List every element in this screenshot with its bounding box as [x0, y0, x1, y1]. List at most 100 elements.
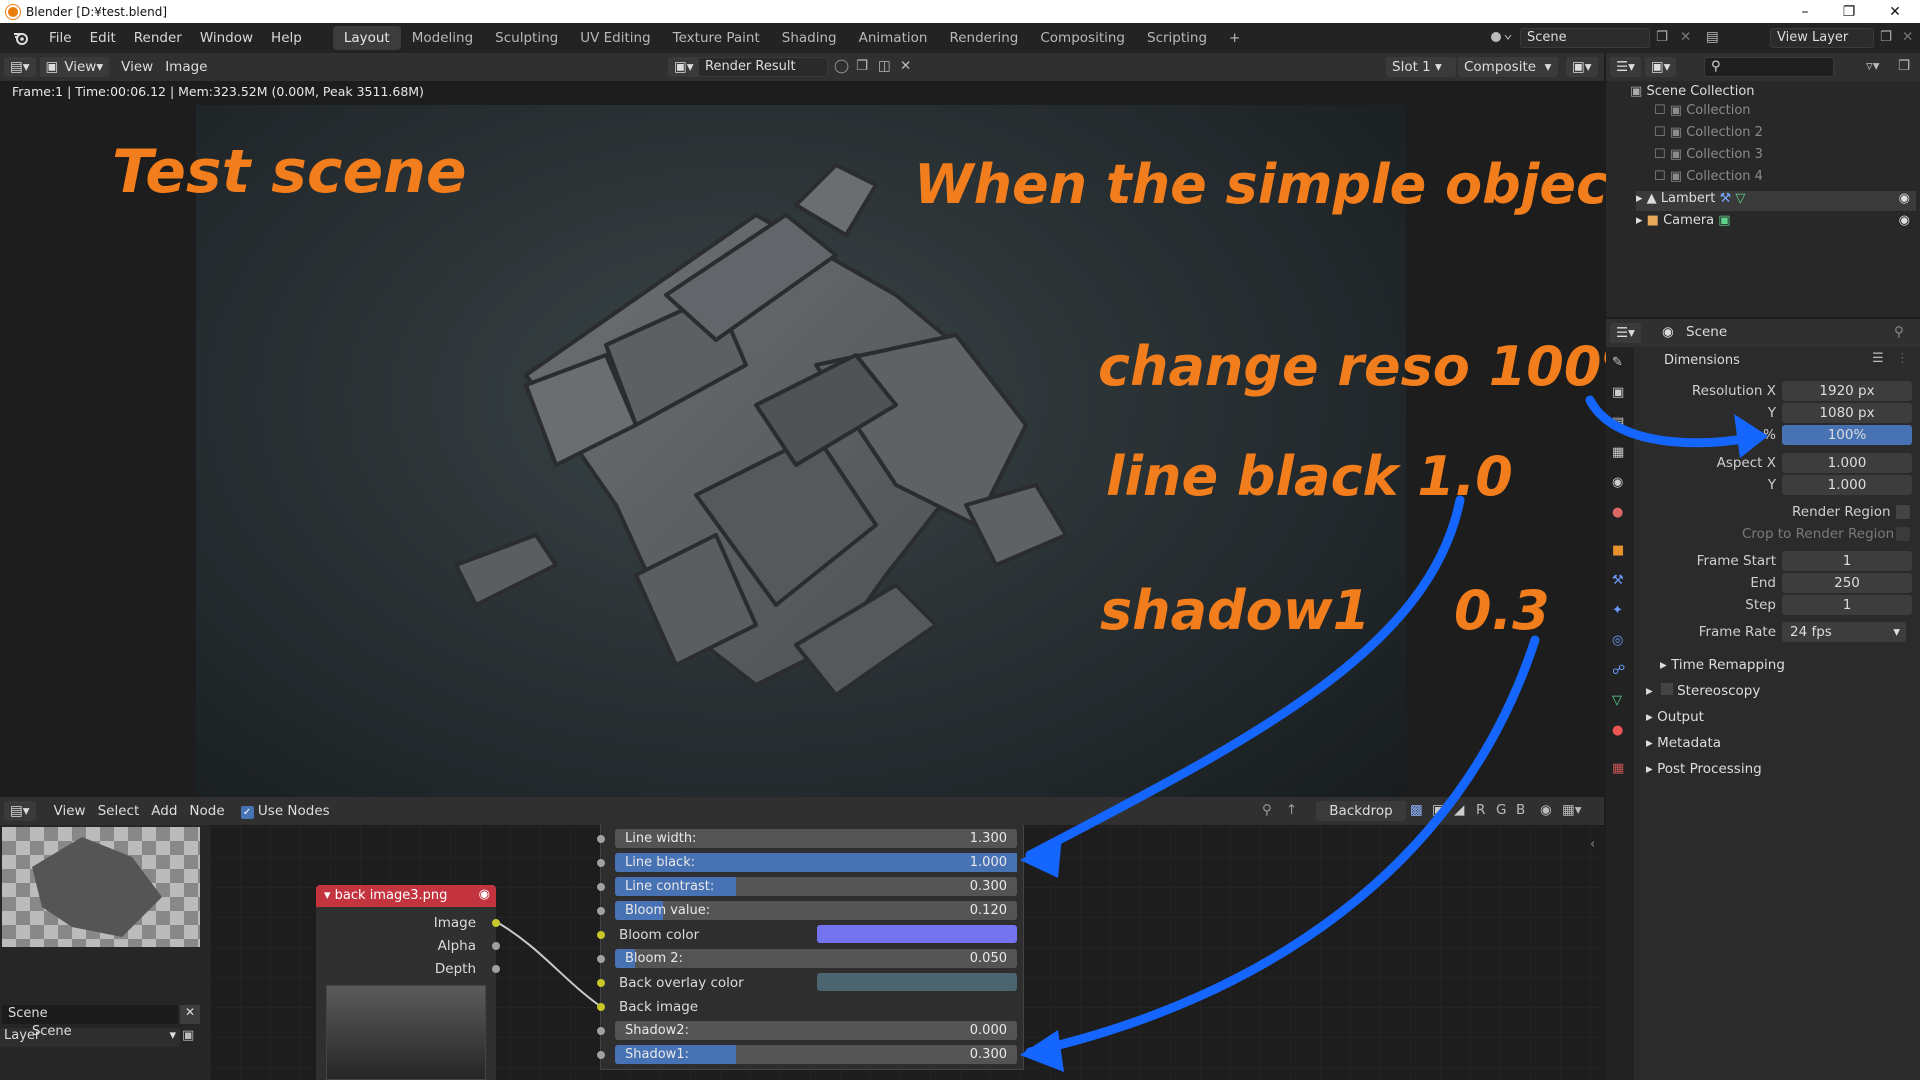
constraint-tab-icon[interactable]: ☍	[1612, 663, 1628, 679]
view-mode-dropdown[interactable]: ▣ View ▾	[39, 57, 110, 77]
image-output-socket[interactable]	[492, 919, 500, 927]
tab-rendering[interactable]: Rendering	[938, 26, 1029, 50]
menu-edit[interactable]: Edit	[81, 30, 125, 46]
tool-tab-icon[interactable]: ✎	[1612, 355, 1628, 371]
tab-shading[interactable]: Shading	[771, 26, 848, 50]
open-image-icon[interactable]: ◫	[878, 58, 891, 74]
resolution-x-field[interactable]: 1920 px	[1782, 381, 1912, 401]
close-icon[interactable]: ✕	[1872, 0, 1918, 23]
outliner-item[interactable]: ▸ ▲ Lambert ⚒ ▽ ◉	[1636, 191, 1916, 211]
line-black-slider[interactable]: Line black: 1.000	[597, 853, 1017, 872]
tab-compositing[interactable]: Compositing	[1029, 26, 1136, 50]
resolution-percent-field[interactable]: 100%	[1782, 425, 1912, 445]
scene-field[interactable]: Scene	[1520, 28, 1650, 48]
tab-animation[interactable]: Animation	[848, 26, 939, 50]
world-tab-icon[interactable]: ●	[1612, 505, 1628, 521]
bloom-2-slider[interactable]: Bloom 2: 0.050	[597, 949, 1017, 968]
checkbox-icon[interactable]: ☐	[1654, 147, 1666, 162]
texture-tab-icon[interactable]: ▦	[1612, 761, 1628, 777]
delete-view-layer-icon[interactable]: ✕	[1902, 29, 1913, 45]
frame-end-field[interactable]: 250	[1782, 573, 1912, 593]
sidebar-toggle-icon[interactable]: ‹	[1590, 837, 1595, 852]
bloom-color-socket[interactable]	[597, 931, 605, 939]
new-collection-icon[interactable]: ❐	[1898, 58, 1910, 74]
stereoscopy-checkbox[interactable]	[1661, 683, 1674, 695]
image-node[interactable]: ▾ back image3.png ◉ Image Alpha Depth	[316, 885, 500, 1080]
fake-user-icon[interactable]: ◯	[834, 58, 849, 74]
menu-file[interactable]: File	[40, 30, 81, 46]
back-image-socket[interactable]	[597, 1003, 605, 1011]
tab-sculpting[interactable]: Sculpting	[484, 26, 569, 50]
menu-window[interactable]: Window	[191, 30, 262, 46]
editor-type-icon[interactable]: ▤▾	[4, 57, 36, 77]
tab-modeling[interactable]: Modeling	[401, 26, 484, 50]
restore-icon[interactable]: ❐	[1826, 0, 1872, 23]
new-scene-icon[interactable]: ❐	[1656, 29, 1668, 45]
filter-icon[interactable]: ▿▾	[1866, 58, 1880, 74]
tab-uv-editing[interactable]: UV Editing	[569, 26, 661, 50]
outliner-editor-type-icon[interactable]: ☰▾	[1610, 57, 1641, 77]
metadata-panel[interactable]: ▸ Metadata	[1646, 735, 1721, 751]
post-processing-panel[interactable]: ▸ Post Processing	[1646, 761, 1762, 777]
outliner-item[interactable]: ▸ ■ Camera ▣ ◉	[1636, 213, 1916, 233]
drag-handle-icon[interactable]: ⋮	[1896, 351, 1909, 366]
menu-help[interactable]: Help	[262, 30, 311, 46]
aspect-x-field[interactable]: 1.000	[1782, 453, 1912, 473]
frame-rate-dropdown[interactable]: 24 fps ▾	[1782, 622, 1906, 642]
shadow1-slider[interactable]: Shadow1: 0.300	[597, 1045, 1017, 1064]
data-tab-icon[interactable]: ▽	[1612, 693, 1628, 709]
crop-region-checkbox[interactable]	[1896, 527, 1910, 541]
stereoscopy-panel[interactable]: ▸ Stereoscopy	[1646, 683, 1760, 699]
presets-icon[interactable]: ☰	[1872, 351, 1884, 366]
dimensions-panel-title[interactable]: Dimensions	[1664, 353, 1740, 368]
view-layer-icon[interactable]: ▤	[1706, 29, 1719, 45]
display-mode-icon[interactable]: ▣▾	[1644, 57, 1677, 77]
tab-layout[interactable]: Layout	[332, 26, 401, 50]
tab-scripting[interactable]: Scripting	[1136, 26, 1218, 50]
outliner-search-input[interactable]: ⚲	[1704, 57, 1834, 77]
visibility-eye-icon[interactable]: ◉	[1899, 213, 1910, 228]
tab-texture-paint[interactable]: Texture Paint	[662, 26, 771, 50]
scene-browse-icon[interactable]	[1488, 28, 1516, 48]
view-layer-field[interactable]: View Layer	[1770, 28, 1874, 48]
bloom-value-slider[interactable]: Bloom value: 0.120	[597, 901, 1017, 920]
menu-render[interactable]: Render	[125, 30, 191, 46]
time-remapping-subpanel[interactable]: ▸ Time Remapping	[1660, 657, 1785, 673]
outliner-item[interactable]: ☐ ▣ Collection 2	[1654, 125, 1763, 145]
line-contrast-slider[interactable]: Line contrast: 0.300	[597, 877, 1017, 896]
image-node-header[interactable]: ▾ back image3.png ◉	[316, 885, 496, 907]
checkbox-icon[interactable]: ☐	[1654, 125, 1666, 140]
add-workspace-icon[interactable]: +	[1218, 26, 1251, 50]
checkbox-icon[interactable]: ☐	[1654, 169, 1666, 184]
outliner-root[interactable]: ▣ Scene Collection	[1630, 84, 1755, 99]
new-view-layer-icon[interactable]: ❐	[1880, 29, 1892, 45]
depth-output-socket[interactable]	[492, 965, 500, 973]
back-overlay-socket[interactable]	[597, 979, 605, 987]
alpha-output-socket[interactable]	[492, 942, 500, 950]
render-region-checkbox[interactable]	[1896, 505, 1910, 519]
checkbox-icon[interactable]: ☐	[1654, 103, 1666, 118]
outliner-item[interactable]: ☐ ▣ Collection	[1654, 103, 1751, 123]
shadow2-slider[interactable]: Shadow2: 0.000	[597, 1021, 1017, 1040]
menu-view[interactable]: View	[121, 59, 153, 75]
blender-menu-icon[interactable]	[10, 29, 32, 47]
line-width-slider[interactable]: Line width: 1.300	[597, 829, 1017, 848]
new-image-icon[interactable]: ❐	[856, 58, 868, 74]
properties-editor-type-icon[interactable]: ☰▾	[1610, 323, 1641, 343]
aspect-y-field[interactable]: 1.000	[1782, 475, 1912, 495]
menu-image[interactable]: Image	[165, 59, 207, 75]
image-name-field[interactable]: Render Result	[698, 57, 828, 77]
group-node[interactable]: Line width: 1.300 Line black: 1.000 Line c…	[597, 825, 1024, 1070]
slot-dropdown[interactable]: Slot 1 ▾	[1386, 57, 1456, 77]
unlink-image-icon[interactable]: ✕	[900, 58, 911, 74]
minimize-icon[interactable]: –	[1782, 0, 1828, 23]
back-overlay-swatch[interactable]	[817, 973, 1017, 991]
outliner-item[interactable]: ☐ ▣ Collection 4	[1654, 169, 1763, 189]
pin-icon[interactable]: ⚲	[1894, 324, 1904, 340]
delete-scene-icon[interactable]: ✕	[1680, 29, 1691, 45]
pass-dropdown[interactable]: Composite ▾	[1458, 57, 1558, 77]
output-panel[interactable]: ▸ Output	[1646, 709, 1704, 725]
outliner-item[interactable]: ☐ ▣ Collection 3	[1654, 147, 1763, 167]
visibility-eye-icon[interactable]: ◉	[1899, 191, 1910, 206]
resolution-y-field[interactable]: 1080 px	[1782, 403, 1912, 423]
